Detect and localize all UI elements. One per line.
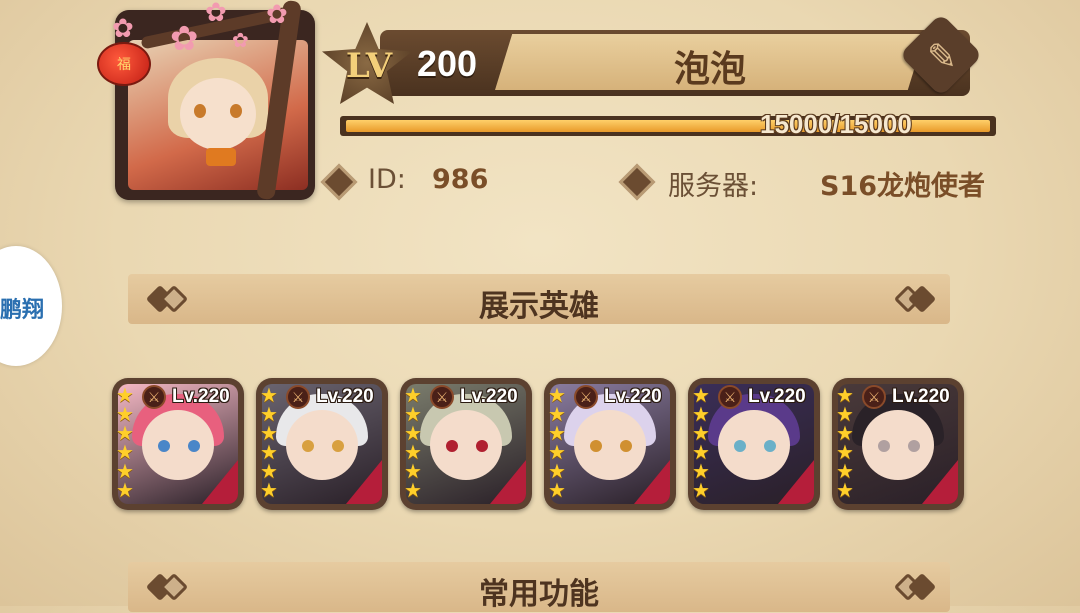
star-icon: ★	[260, 478, 278, 502]
hero-level: Lv.220	[172, 386, 230, 407]
hero-eye	[620, 440, 632, 452]
hero-face	[862, 410, 934, 480]
hero-level-badge: ⚔ Lv.220	[142, 384, 230, 410]
star-icon: ★	[116, 478, 134, 502]
hero-stars: ★ ★ ★ ★ ★ ★	[116, 385, 138, 502]
id-value[interactable]: 986	[432, 164, 488, 195]
hero-card[interactable]: ★ ★ ★ ★ ★ ★ ⚔ Lv.220	[256, 378, 388, 510]
hero-rarity-stripe	[778, 460, 814, 504]
section-title-heroes: 展示英雄	[479, 289, 599, 324]
blossom-icon: ✿	[112, 14, 134, 44]
hero-stars: ★ ★ ★ ★ ★ ★	[260, 385, 282, 502]
hero-eye	[764, 440, 776, 452]
hero-card[interactable]: ★ ★ ★ ★ ★ ★ ⚔ Lv.220	[832, 378, 964, 510]
hero-rarity-stripe	[490, 460, 526, 504]
hero-eye	[446, 440, 458, 452]
hero-level-badge: ⚔ Lv.220	[574, 384, 662, 410]
hero-eye	[332, 440, 344, 452]
hero-eye	[302, 440, 314, 452]
hero-eye	[158, 440, 170, 452]
hero-card[interactable]: ★ ★ ★ ★ ★ ★ ⚔ Lv.220	[544, 378, 676, 510]
hero-level: Lv.220	[316, 386, 374, 407]
hero-face	[574, 410, 646, 480]
hero-level: Lv.220	[748, 386, 806, 407]
hero-level-badge: ⚔ Lv.220	[862, 384, 950, 410]
hero-face	[430, 410, 502, 480]
hero-level: Lv.220	[604, 386, 662, 407]
lantern-icon: 福	[97, 42, 151, 86]
id-label: ID:	[368, 164, 406, 195]
hero-stars: ★ ★ ★ ★ ★ ★	[404, 385, 426, 502]
level-prefix: LV	[345, 46, 393, 86]
player-name: 泡泡	[673, 49, 746, 90]
hero-level: Lv.220	[892, 386, 950, 407]
blossom-icon: ✿	[266, 0, 288, 30]
blossom-icon: ✿	[170, 19, 199, 59]
hero-class-icon: ⚔	[430, 385, 454, 409]
quill-icon[interactable]: ✎	[918, 34, 966, 82]
hero-rarity-stripe	[922, 460, 958, 504]
hero-rarity-stripe	[634, 460, 670, 504]
chain-link-icon	[145, 572, 189, 602]
exp-text: 15000/15000	[760, 109, 912, 139]
hero-eye	[908, 440, 920, 452]
hero-face	[718, 410, 790, 480]
hero-level-badge: ⚔ Lv.220	[718, 384, 806, 410]
hero-level-badge: ⚔ Lv.220	[286, 384, 374, 410]
hero-class-icon: ⚔	[718, 385, 742, 409]
hero-card[interactable]: ★ ★ ★ ★ ★ ★ ⚔ Lv.220	[688, 378, 820, 510]
hero-class-icon: ⚔	[142, 385, 166, 409]
hero-stars: ★ ★ ★ ★ ★ ★	[836, 385, 858, 502]
hero-eye	[476, 440, 488, 452]
hero-level: Lv.220	[460, 386, 518, 407]
hero-rarity-stripe	[346, 460, 382, 504]
id-diamond-icon	[320, 163, 358, 201]
hero-rarity-stripe	[202, 460, 238, 504]
chain-link-icon	[893, 572, 937, 602]
watermark-text: 鹏翔	[0, 298, 45, 323]
hero-class-icon: ⚔	[862, 385, 886, 409]
hero-eye	[878, 440, 890, 452]
star-icon: ★	[548, 478, 566, 502]
hero-level-badge: ⚔ Lv.220	[430, 384, 518, 410]
hero-card[interactable]: ★ ★ ★ ★ ★ ★ ⚔ Lv.220	[112, 378, 244, 510]
hero-face	[286, 410, 358, 480]
hero-card[interactable]: ★ ★ ★ ★ ★ ★ ⚔ Lv.220	[400, 378, 532, 510]
hero-eye	[734, 440, 746, 452]
star-icon: ★	[836, 478, 854, 502]
section-title-functions: 常用功能	[479, 577, 599, 612]
hero-class-icon: ⚔	[574, 385, 598, 409]
star-icon: ★	[404, 478, 422, 502]
hero-eye	[590, 440, 602, 452]
player-level: 200	[417, 43, 478, 84]
hero-face	[142, 410, 214, 480]
server-value: S16龙炮使者	[820, 171, 986, 202]
chain-link-icon	[893, 284, 937, 314]
server-label: 服务器:	[668, 171, 759, 202]
blossom-icon: ✿	[205, 0, 227, 28]
hero-class-icon: ⚔	[286, 385, 310, 409]
hero-eye	[188, 440, 200, 452]
server-diamond-icon	[618, 163, 656, 201]
star-icon: ★	[692, 478, 710, 502]
hero-stars: ★ ★ ★ ★ ★ ★	[692, 385, 714, 502]
hero-stars: ★ ★ ★ ★ ★ ★	[548, 385, 570, 502]
chain-link-icon	[145, 284, 189, 314]
blossom-icon: ✿	[232, 28, 249, 52]
